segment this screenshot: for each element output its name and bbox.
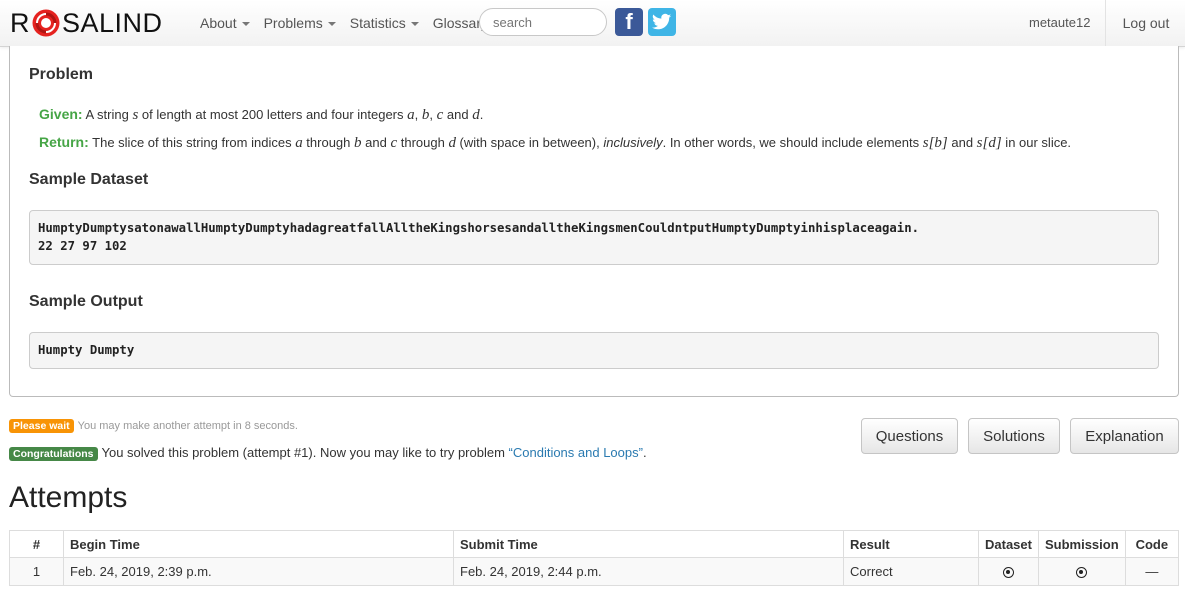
logout-button[interactable]: Log out [1105, 0, 1185, 46]
table-header-row: # Begin Time Submit Time Result Dataset … [9, 530, 1180, 558]
table-row: 1 Feb. 24, 2019, 2:39 p.m. Feb. 24, 2019… [9, 557, 1180, 586]
rosalind-logo[interactable]: R SALIND [10, 5, 163, 41]
return-line: Return: The slice of this string from in… [39, 134, 1072, 151]
download-submission-icon[interactable] [1076, 567, 1088, 579]
attempt-result: Correct [843, 557, 979, 586]
caret-down-icon [327, 22, 336, 27]
logo-letter-r: R [10, 7, 30, 38]
attempts-table: # Begin Time Submit Time Result Dataset … [9, 530, 1180, 586]
given-label: Given: [39, 106, 83, 122]
col-code: Code [1124, 530, 1180, 558]
submission-download-cell [1037, 557, 1126, 586]
col-submission: Submission [1037, 530, 1126, 558]
twitter-icon[interactable] [648, 8, 676, 36]
search-input[interactable] [479, 8, 607, 36]
col-dataset: Dataset [978, 530, 1039, 558]
navbar: R SALIND About Problems Statistics Gloss… [0, 0, 1185, 47]
facebook-icon[interactable]: f [615, 8, 643, 36]
nav-about[interactable]: About [200, 15, 250, 31]
given-line: Given: A string s of length at most 200 … [39, 106, 484, 123]
nav-problems[interactable]: Problems [264, 15, 336, 31]
attempts-title: Attempts [9, 481, 128, 514]
sample-output-heading: Sample Output [29, 293, 143, 310]
wait-status: Please wait You may make another attempt … [9, 419, 298, 433]
sample-output-box: Humpty Dumpty [29, 332, 1159, 369]
twitter-bird-icon [652, 13, 672, 30]
sample-dataset-box: HumptyDumptysatonawallHumptyDumptyhadagr… [29, 210, 1159, 265]
username[interactable]: metaute12 [1029, 15, 1090, 30]
col-begin-time: Begin Time [63, 530, 454, 558]
col-result: Result [843, 530, 979, 558]
rosalind-logo-icon [32, 9, 60, 37]
next-problem-link[interactable]: “Conditions and Loops” [509, 445, 643, 460]
congratulations-badge: Congratulations [9, 446, 98, 461]
nav-statistics[interactable]: Statistics [350, 15, 419, 31]
return-label: Return: [39, 134, 89, 150]
sample-dataset-heading: Sample Dataset [29, 171, 149, 188]
attempt-submit-time: Feb. 24, 2019, 2:44 p.m. [453, 557, 844, 586]
download-dataset-icon[interactable] [1002, 567, 1014, 579]
caret-down-icon [410, 22, 419, 27]
attempt-begin-time: Feb. 24, 2019, 2:39 p.m. [63, 557, 454, 586]
caret-down-icon [241, 22, 250, 27]
col-submit-time: Submit Time [453, 530, 844, 558]
attempt-number: 1 [9, 557, 64, 586]
main-nav: About Problems Statistics Glossary [200, 0, 502, 46]
explanation-button[interactable]: Explanation [1070, 418, 1179, 454]
solutions-button[interactable]: Solutions [968, 418, 1060, 454]
congrats-status: Congratulations You solved this problem (… [9, 445, 647, 461]
attempt-code: — [1124, 557, 1180, 586]
questions-button[interactable]: Questions [861, 418, 958, 454]
dataset-download-cell [978, 557, 1039, 586]
please-wait-badge: Please wait [9, 419, 74, 433]
col-number: # [9, 530, 64, 558]
problem-heading: Problem [29, 66, 94, 83]
logo-text: SALIND [62, 7, 163, 38]
